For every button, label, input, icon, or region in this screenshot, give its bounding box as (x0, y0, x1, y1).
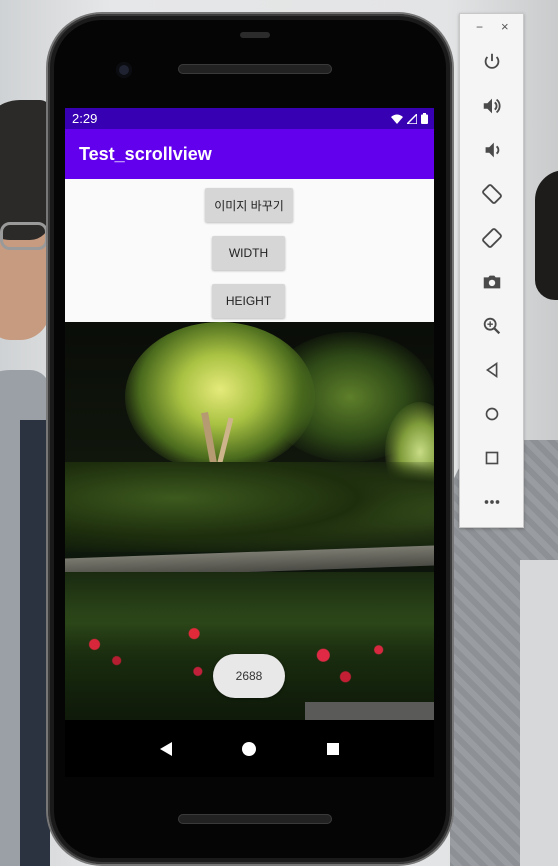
bottom-speaker-grille (178, 814, 332, 824)
navigation-bar (65, 720, 434, 777)
nav-home-icon[interactable] (242, 741, 257, 756)
app-bar: Test_scrollview (65, 129, 434, 179)
button-panel: 이미지 바꾸기 WIDTH HEIGHT (65, 179, 434, 322)
status-icons (391, 113, 428, 124)
height-button[interactable]: HEIGHT (212, 284, 285, 318)
power-icon[interactable] (478, 48, 506, 76)
home-icon[interactable] (478, 400, 506, 428)
signal-icon (407, 113, 417, 124)
camera-icon[interactable] (478, 268, 506, 296)
image-shrubs (65, 462, 434, 552)
front-camera-icon (116, 62, 132, 78)
app-title: Test_scrollview (79, 143, 212, 164)
wallpaper-glasses (0, 222, 48, 250)
top-speaker-grille (178, 64, 332, 74)
minimize-button[interactable]: − (476, 20, 483, 34)
wallpaper-person-left-shirt (20, 420, 50, 866)
change-image-button[interactable]: 이미지 바꾸기 (205, 188, 293, 222)
battery-icon (421, 113, 428, 124)
wallpaper-person-right-hair (535, 170, 558, 300)
rotate-right-icon[interactable] (478, 224, 506, 252)
nav-recents-icon[interactable] (326, 742, 339, 755)
volume-down-icon[interactable] (478, 136, 506, 164)
toolbar-titlebar: − × (460, 14, 523, 42)
close-button[interactable]: × (501, 19, 509, 34)
back-icon[interactable] (478, 356, 506, 384)
status-time: 2:29 (72, 111, 98, 126)
width-button[interactable]: WIDTH (212, 236, 285, 270)
device-screen[interactable]: 2:29 Test_scrollview 이미지 바꾸기 WIDTH HEIGH… (65, 108, 434, 777)
zoom-icon[interactable] (478, 312, 506, 340)
wallpaper-person-right-shirt (520, 560, 558, 866)
overview-icon[interactable] (478, 444, 506, 472)
volume-up-icon[interactable] (478, 92, 506, 120)
wifi-icon (391, 114, 403, 124)
top-sensor (240, 32, 270, 38)
image-stone-path (305, 702, 434, 720)
nav-back-icon[interactable] (160, 741, 173, 756)
more-icon[interactable] (478, 488, 506, 516)
emulator-toolbar: − × (459, 13, 524, 528)
toast-message: 2688 (213, 654, 285, 698)
rotate-left-icon[interactable] (478, 180, 506, 208)
wallpaper-person-left-hair (0, 100, 50, 240)
status-bar: 2:29 (65, 108, 434, 129)
